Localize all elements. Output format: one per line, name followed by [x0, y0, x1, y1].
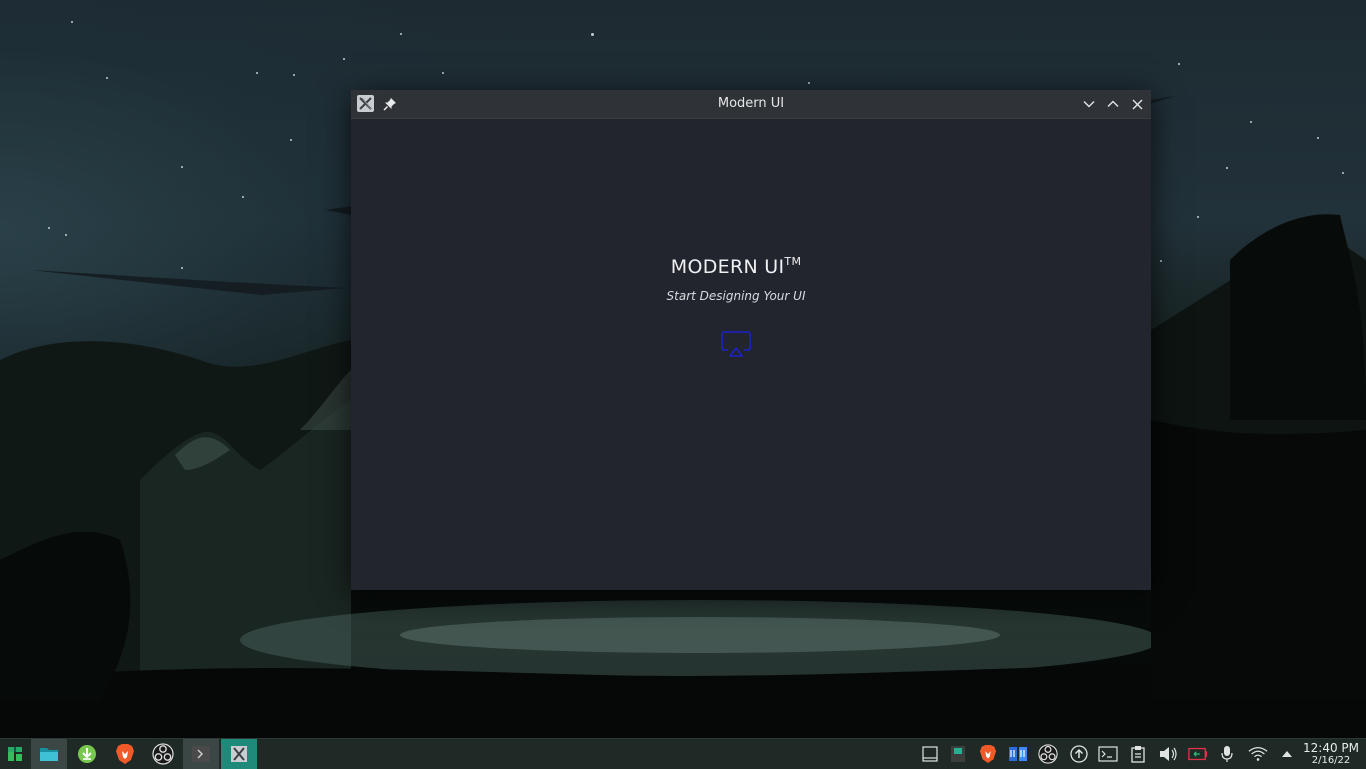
discover-icon[interactable]	[1008, 744, 1028, 764]
update-icon[interactable]	[1069, 744, 1089, 764]
trademark-mark: TM	[784, 255, 802, 268]
device-icon[interactable]	[948, 744, 968, 764]
download-icon[interactable]	[69, 739, 105, 769]
battery-icon[interactable]	[1188, 744, 1208, 764]
clipboard-icon[interactable]	[1128, 744, 1148, 764]
minimize-button[interactable]	[1080, 95, 1098, 113]
window-titlebar[interactable]: Modern UI	[351, 90, 1151, 119]
cast-icon[interactable]	[721, 331, 751, 357]
expand-tray-icon[interactable]	[1277, 744, 1297, 764]
brave-tray-icon[interactable]	[978, 744, 998, 764]
terminal-tray-icon[interactable]	[1098, 744, 1118, 764]
microphone-icon[interactable]	[1217, 744, 1237, 764]
x-app-icon[interactable]	[221, 739, 257, 769]
page-title: MODERN UITM	[351, 255, 1121, 278]
wifi-icon[interactable]	[1248, 744, 1268, 764]
brave-browser-icon[interactable]	[107, 739, 143, 769]
obs-icon[interactable]	[145, 739, 181, 769]
close-icon	[1132, 99, 1142, 109]
app-window: Modern UI MODERN UITM Start Designing Yo…	[351, 90, 1151, 590]
file-manager-icon[interactable]	[31, 739, 67, 769]
clock-time: 12:40 PM	[1303, 741, 1359, 755]
volume-icon[interactable]	[1158, 744, 1178, 764]
obs-tray-icon[interactable]	[1038, 744, 1058, 764]
page-subtitle: Start Designing Your UI	[666, 289, 806, 303]
clock[interactable]: 12:40 PM 2/16/22	[1300, 741, 1362, 767]
maximize-icon	[1107, 100, 1119, 107]
minimize-icon	[1083, 101, 1095, 108]
show-desktop-icon[interactable]	[920, 744, 940, 764]
window-title: Modern UI	[717, 96, 785, 111]
title-text: MODERN UI	[670, 256, 785, 278]
terminal-icon[interactable]	[183, 739, 219, 769]
maximize-button[interactable]	[1104, 95, 1122, 113]
manjaro-menu-icon[interactable]	[0, 739, 30, 769]
taskbar: 12:40 PM 2/16/22	[0, 738, 1366, 769]
window-content: MODERN UITM Start Designing Your UI	[351, 118, 1151, 590]
clock-date: 2/16/22	[1311, 755, 1351, 766]
close-button[interactable]	[1128, 95, 1146, 113]
